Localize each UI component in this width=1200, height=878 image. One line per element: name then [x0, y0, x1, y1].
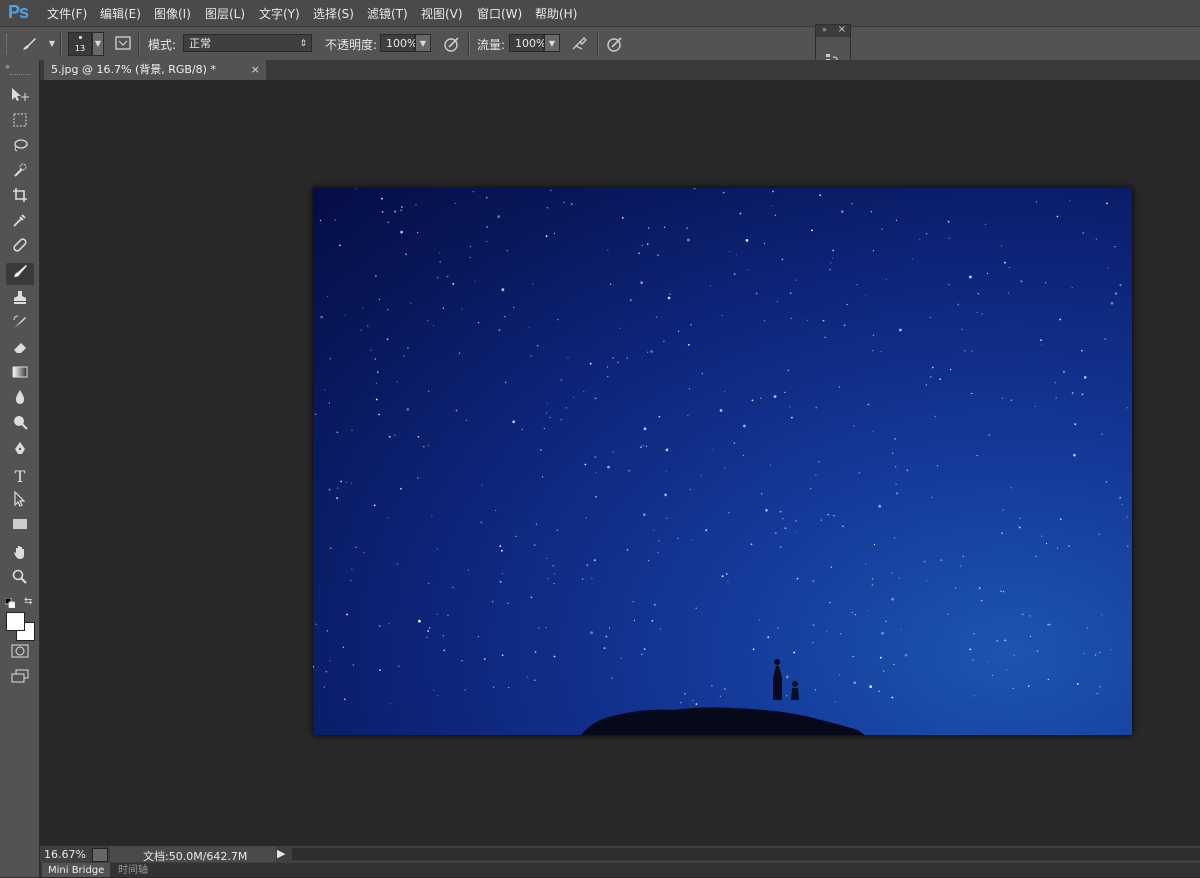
menu-window[interactable]: 窗口(W) [477, 5, 522, 22]
menu-select[interactable]: 选择(S) [313, 5, 354, 22]
menu-view[interactable]: 视图(V) [421, 5, 463, 22]
swap-colors-icon[interactable]: ⇆ [24, 596, 32, 607]
panel-header[interactable]: » × [816, 24, 850, 37]
app-logo: Ps [8, 2, 29, 22]
close-icon[interactable]: × [838, 24, 846, 35]
brush-tool-icon[interactable] [6, 263, 34, 285]
hill-silhouette [581, 659, 865, 735]
move-tool-icon[interactable] [6, 87, 34, 109]
options-bar: ▼ 13 ▼ 模式: 正常 ⇕ 不透明度: 100% ▼ 流量: 100% ▼ [0, 27, 1200, 61]
bottom-panel-tabs: Mini Bridge 时间轴 [40, 863, 1200, 877]
default-colors-icon[interactable] [4, 597, 16, 609]
healing-brush-tool-icon[interactable] [6, 237, 34, 259]
collapse-icon[interactable]: » [822, 25, 827, 34]
clone-stamp-tool-icon[interactable] [6, 289, 34, 311]
zoom-level[interactable]: 16.67% [44, 848, 86, 861]
divider [60, 33, 62, 55]
brush-size-value: 13 [74, 44, 86, 53]
gradient-tool-icon[interactable] [6, 364, 34, 386]
menu-image[interactable]: 图像(I) [154, 5, 191, 22]
type-tool-icon[interactable]: T [6, 466, 34, 488]
mode-select[interactable]: 正常 ⇕ [183, 34, 312, 52]
pressure-opacity-icon[interactable] [443, 35, 461, 53]
divider [597, 33, 599, 55]
zoom-tool-icon[interactable] [6, 569, 34, 591]
toolbox-grip[interactable] [10, 74, 30, 78]
blur-tool-icon[interactable] [6, 389, 34, 411]
menu-type[interactable]: 文字(Y) [259, 5, 300, 22]
menu-help[interactable]: 帮助(H) [535, 5, 577, 22]
opacity-dropdown[interactable]: ▼ [415, 34, 431, 52]
menu-file[interactable]: 文件(F) [47, 5, 87, 22]
pen-tool-icon[interactable] [6, 441, 34, 463]
flow-dropdown[interactable]: ▼ [544, 34, 560, 52]
eyedropper-tool-icon[interactable] [6, 212, 34, 234]
mode-value: 正常 [189, 37, 211, 50]
toolbox: » T ⇆ [0, 60, 40, 877]
airbrush-icon[interactable] [571, 35, 589, 53]
brush-panel-toggle-icon[interactable] [114, 35, 132, 53]
menu-layer[interactable]: 图层(L) [205, 5, 245, 22]
divider [468, 33, 470, 55]
document-image[interactable] [313, 188, 1132, 735]
updown-arrows-icon: ⇕ [299, 39, 307, 49]
document-tab-row: 5.jpg @ 16.7% (背景, RGB/8) * × [40, 60, 1200, 80]
document-tab-title: 5.jpg @ 16.7% (背景, RGB/8) * [51, 63, 216, 76]
opacity-value: 100% [386, 37, 418, 50]
opacity-input[interactable]: 100% [380, 34, 418, 52]
status-bar: 16.67% 文档:50.0M/642.7M ▶ [40, 845, 1200, 863]
screen-mode-icon[interactable] [6, 668, 34, 690]
dodge-tool-icon[interactable] [6, 414, 34, 436]
hand-tool-icon[interactable] [6, 544, 34, 566]
horizontal-scrollbar[interactable] [292, 848, 1200, 860]
quick-mask-icon[interactable] [6, 643, 34, 665]
eraser-tool-icon[interactable] [6, 339, 34, 361]
pressure-size-icon[interactable] [606, 35, 624, 53]
menu-filter[interactable]: 滤镜(T) [367, 5, 408, 22]
history-brush-tool-icon[interactable] [6, 314, 34, 336]
close-tab-icon[interactable]: × [251, 60, 260, 80]
document-tab[interactable]: 5.jpg @ 16.7% (背景, RGB/8) * × [44, 60, 266, 80]
tab-timeline[interactable]: 时间轴 [112, 863, 154, 877]
toolbox-collapse-icon[interactable]: » [5, 62, 10, 71]
brush-size-dropdown[interactable]: ▼ [92, 32, 104, 56]
status-menu-arrow-icon[interactable]: ▶ [277, 847, 285, 860]
brush-preset-arrow-icon[interactable]: ▼ [43, 35, 61, 53]
rectangle-tool-icon[interactable] [6, 516, 34, 538]
status-info-icon[interactable] [92, 848, 108, 862]
options-grip[interactable] [6, 34, 10, 54]
path-select-tool-icon[interactable] [6, 490, 34, 513]
lasso-tool-icon[interactable] [6, 137, 34, 159]
flow-value: 100% [515, 37, 547, 50]
menu-edit[interactable]: 编辑(E) [100, 5, 141, 22]
crop-tool-icon[interactable] [6, 187, 34, 209]
foreground-color-swatch[interactable] [6, 612, 25, 631]
tab-mini-bridge[interactable]: Mini Bridge [42, 863, 111, 877]
mode-label: 模式: [148, 38, 177, 52]
doc-info-box: 文档:50.0M/642.7M [110, 846, 276, 863]
menu-bar: Ps 文件(F) 编辑(E) 图像(I) 图层(L) 文字(Y) 选择(S) 滤… [0, 0, 1200, 27]
flow-input[interactable]: 100% [509, 34, 547, 52]
opacity-label: 不透明度: [325, 38, 378, 52]
brush-preset-icon[interactable] [20, 35, 38, 53]
divider [138, 33, 140, 55]
quick-select-tool-icon[interactable] [6, 162, 34, 184]
brush-size-picker[interactable]: 13 [68, 32, 92, 56]
flow-label: 流量: [477, 38, 506, 52]
brush-dot-icon [79, 36, 82, 39]
doc-size: 文档:50.0M/642.7M [143, 850, 248, 863]
marquee-tool-icon[interactable] [6, 112, 34, 134]
